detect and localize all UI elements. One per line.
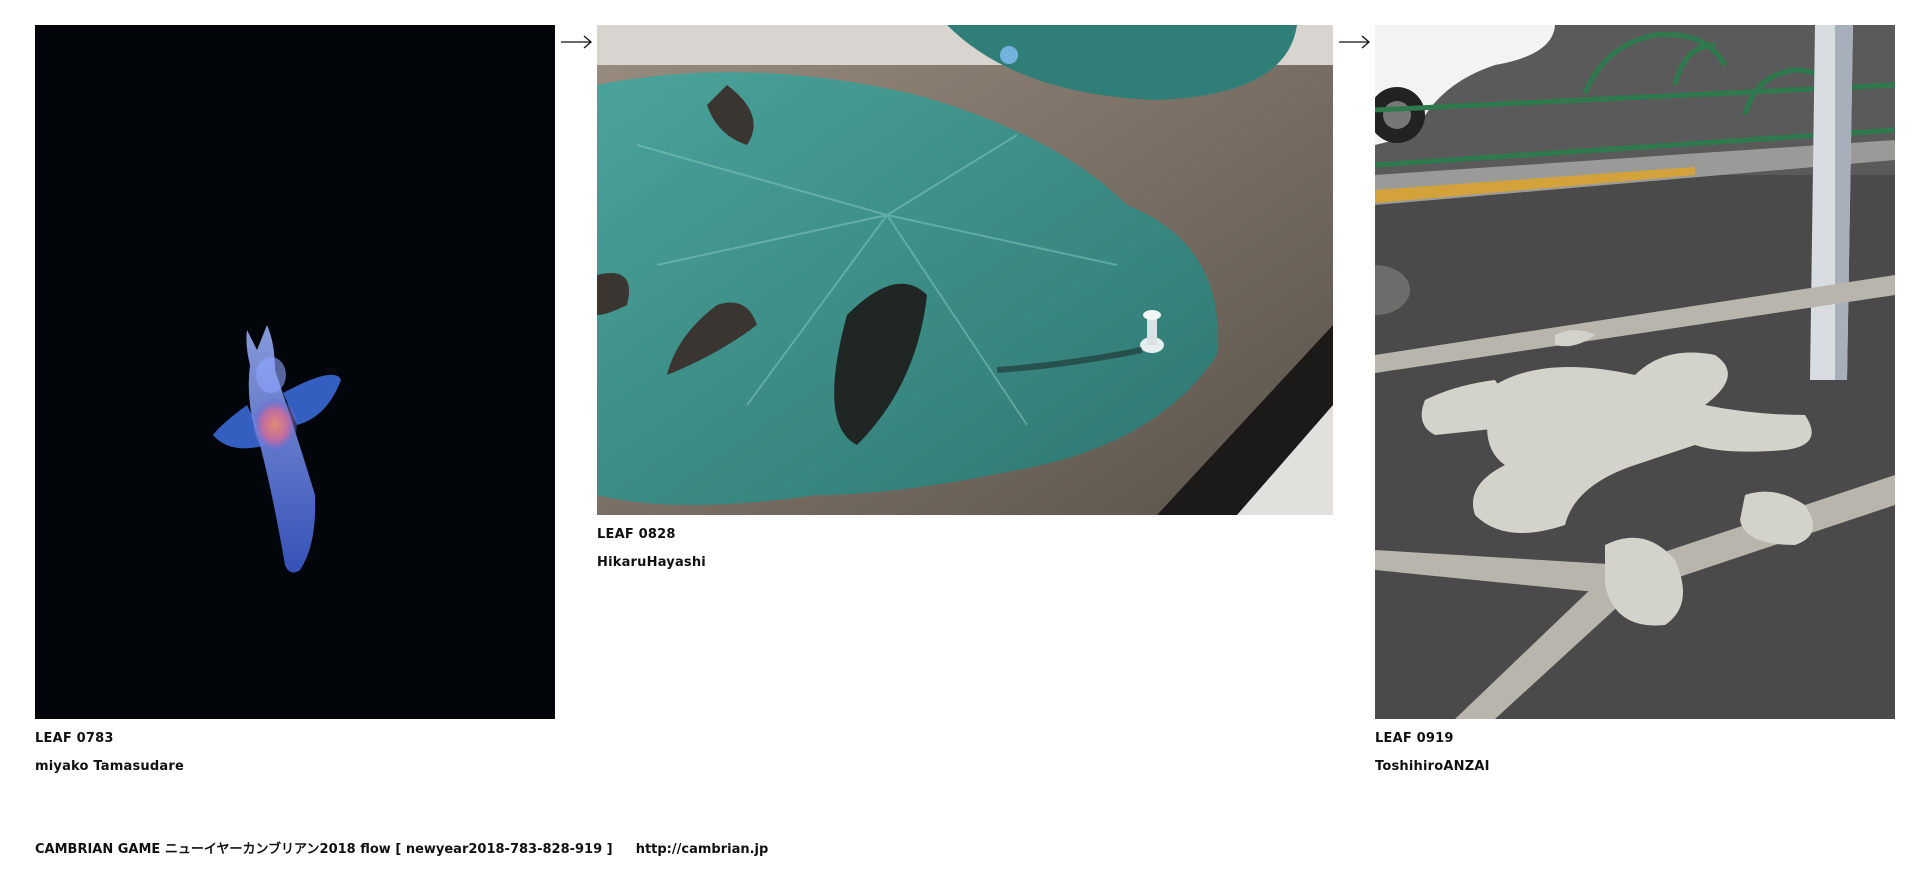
leaf-0783-title: LEAF 0783 xyxy=(35,731,114,746)
arrow-right-icon xyxy=(1339,35,1370,49)
leaf-0919-title: LEAF 0919 xyxy=(1375,731,1454,746)
leaf-0828-title: LEAF 0828 xyxy=(597,527,676,542)
footer-link[interactable]: http://cambrian.jp xyxy=(636,842,769,857)
footer: CAMBRIAN GAME ニューイヤーカンブリアン2018 flow [ ne… xyxy=(35,838,768,857)
leaf-0919-author: ToshihiroANZAI xyxy=(1375,759,1490,774)
leaf-0828-author: HikaruHayashi xyxy=(597,555,706,570)
arrow-right-icon xyxy=(561,35,592,49)
leaf-0828-image[interactable] xyxy=(597,25,1333,515)
leaf-0783-image[interactable] xyxy=(35,25,555,719)
footer-text: CAMBRIAN GAME ニューイヤーカンブリアン2018 flow [ ne… xyxy=(35,842,613,857)
leaf-0919-image[interactable] xyxy=(1375,25,1895,719)
leaf-0783-author: miyako Tamasudare xyxy=(35,759,184,774)
